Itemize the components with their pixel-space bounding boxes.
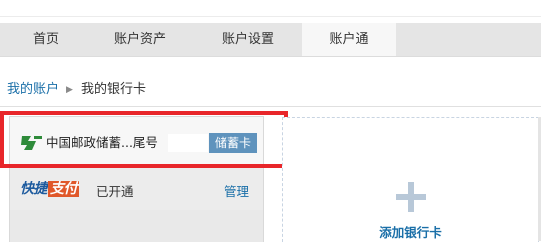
quick-pay-logo: 快捷 支付 xyxy=(20,180,79,198)
add-bank-card-button[interactable]: 添加银行卡 xyxy=(282,117,539,242)
tab-account-pass[interactable]: 账户通 xyxy=(302,23,396,56)
tab-account-settings[interactable]: 账户设置 xyxy=(208,23,288,56)
quick-pay-logo-text: 快捷 xyxy=(20,181,48,197)
breadcrumb-current: 我的银行卡 xyxy=(80,82,146,97)
quick-pay-status: 已开通 xyxy=(96,184,134,199)
breadcrumb: 我的账户 ▶ 我的银行卡 xyxy=(7,78,146,97)
tab-home[interactable]: 首页 xyxy=(16,23,76,56)
divider xyxy=(0,106,541,107)
bank-card-footer xyxy=(10,210,263,242)
breadcrumb-my-account-link[interactable]: 我的账户 xyxy=(7,82,59,97)
add-bank-card-label: 添加银行卡 xyxy=(379,225,442,240)
breadcrumb-arrow-icon: ▶ xyxy=(66,85,73,95)
manage-link[interactable]: 管理 xyxy=(224,181,249,200)
main-nav: 首页 账户资产 账户设置 账户通 xyxy=(0,23,541,57)
plus-icon-bar xyxy=(396,194,426,200)
top-bar xyxy=(0,0,541,17)
highlight-box xyxy=(0,111,288,168)
quick-pay-logo-highlight: 支付 xyxy=(48,181,79,197)
tab-account-assets[interactable]: 账户资产 xyxy=(100,23,180,56)
quick-pay-row: 快捷 支付 已开通 管理 xyxy=(10,167,263,210)
